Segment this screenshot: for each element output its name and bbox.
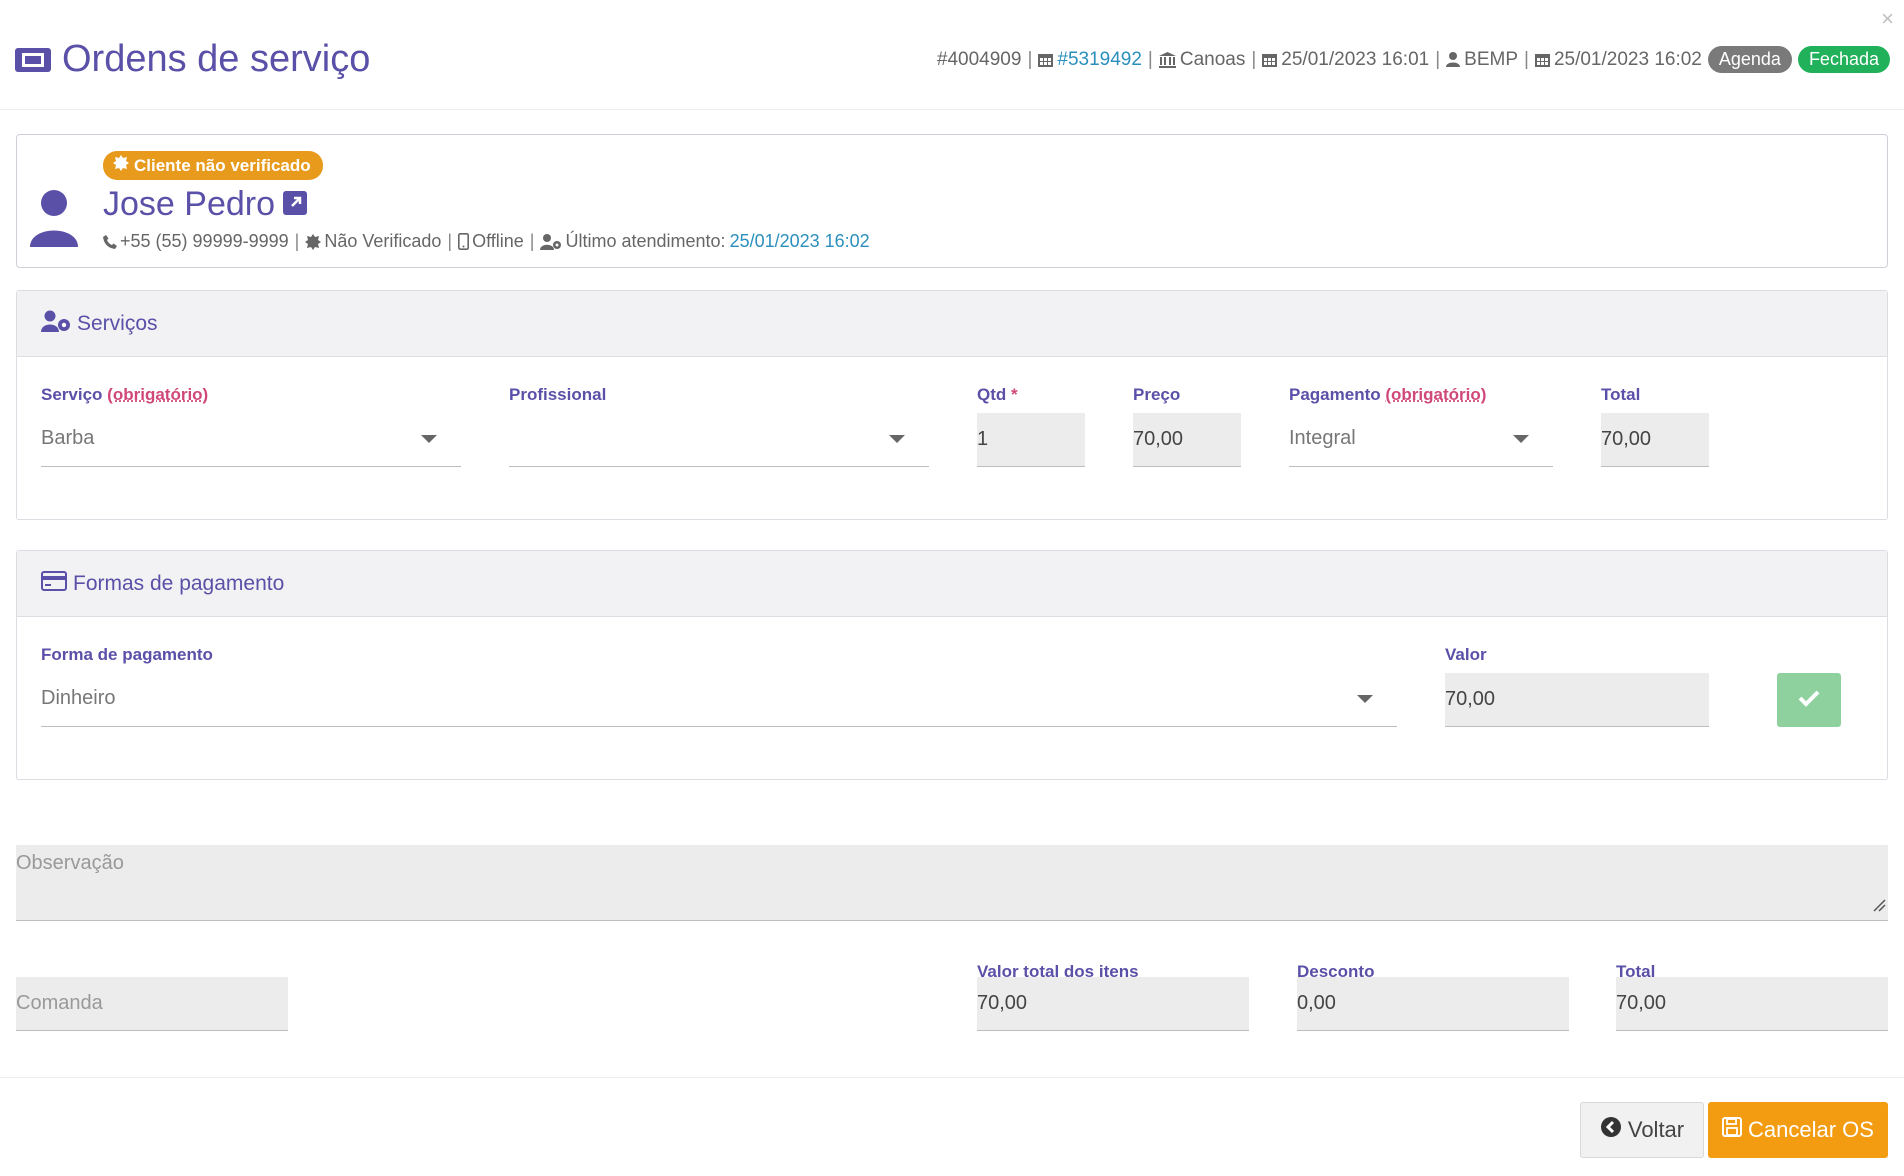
confirm-payment-button[interactable]	[1777, 673, 1841, 727]
chevron-down-icon	[421, 435, 437, 443]
services-title: Serviços	[77, 311, 158, 335]
certificate-icon	[305, 233, 322, 250]
mobile-icon	[458, 233, 470, 250]
phone-icon	[103, 234, 117, 249]
chevron-down-icon	[1357, 695, 1373, 703]
professional-label: Profissional	[509, 385, 607, 404]
last-service-label: Último atendimento:	[565, 231, 726, 251]
last-service-date[interactable]: 25/01/2023 16:02	[730, 231, 870, 252]
client-name: Jose Pedro	[103, 185, 307, 224]
users-cog-icon	[41, 310, 71, 338]
price-input[interactable]: 70,00	[1133, 413, 1241, 467]
status-badge: Fechada	[1797, 46, 1890, 73]
page-title: Ordens de serviço	[14, 38, 370, 81]
observation-textarea[interactable]: Observação	[16, 845, 1888, 921]
price-label: Preço	[1133, 385, 1181, 404]
payments-panel: Formas de pagamento Forma de pagamento V…	[16, 550, 1888, 780]
chevron-down-icon	[889, 435, 905, 443]
comanda-input[interactable]: Comanda	[16, 977, 288, 1031]
created-at: 25/01/2023 16:01	[1281, 48, 1430, 70]
resize-grip-icon[interactable]	[1872, 895, 1886, 918]
professional-select[interactable]	[509, 411, 929, 467]
observation-placeholder: Observação	[16, 852, 124, 874]
service-label: Serviço (obrigatório)	[41, 385, 209, 404]
ticket-icon	[14, 45, 52, 75]
calendar-icon	[1038, 52, 1054, 67]
unit-name: Canoas	[1179, 48, 1246, 70]
service-select[interactable]: Barba	[41, 411, 461, 467]
payment-value-label: Valor	[1445, 645, 1487, 664]
payment-label: Pagamento (obrigatório)	[1289, 385, 1487, 404]
os-id: #4004909	[936, 48, 1022, 70]
external-link-icon[interactable]	[283, 185, 307, 224]
payment-value-input[interactable]: 70,00	[1445, 673, 1709, 727]
total-input: 70,00	[1601, 413, 1709, 467]
appointment-link[interactable]: #5319492	[1057, 49, 1142, 71]
calendar-icon	[1534, 52, 1550, 67]
payment-method-label: Forma de pagamento	[41, 645, 213, 664]
closed-at: 25/01/2023 16:02	[1553, 48, 1702, 70]
back-button[interactable]: Voltar	[1580, 1102, 1704, 1158]
avatar	[29, 189, 79, 252]
user-name: BEMP	[1464, 48, 1519, 70]
bank-icon	[1158, 51, 1176, 68]
client-card: Cliente não verificado Jose Pedro +55 (5…	[16, 134, 1888, 268]
arrow-left-circle-icon	[1600, 1116, 1622, 1144]
client-info: +55 (55) 99999-9999 | Não Verificado | O…	[103, 231, 870, 252]
items-total-input: 70,00	[977, 977, 1249, 1031]
payment-method-select[interactable]: Dinheiro	[41, 671, 1397, 727]
services-panel-header: Serviços	[17, 291, 1887, 357]
verification-status: Não Verificado	[324, 231, 442, 251]
online-status: Offline	[472, 231, 524, 251]
qty-label: Qtd *	[977, 385, 1018, 404]
users-cog-icon	[540, 233, 562, 250]
certificate-icon	[113, 155, 129, 176]
payments-title: Formas de pagamento	[73, 571, 285, 595]
total-label: Total	[1601, 385, 1641, 404]
footer-divider	[0, 1077, 1904, 1078]
discount-input[interactable]: 0,00	[1297, 977, 1569, 1031]
page-title-text: Ordens de serviço	[62, 38, 371, 80]
unverified-badge: Cliente não verificado	[103, 151, 323, 180]
calendar-icon	[1262, 52, 1278, 67]
credit-card-icon	[41, 570, 67, 597]
chevron-down-icon	[1513, 435, 1529, 443]
qty-input[interactable]: 1	[977, 413, 1085, 467]
payments-panel-header: Formas de pagamento	[17, 551, 1887, 617]
payment-select[interactable]: Integral	[1289, 411, 1553, 467]
origin-badge: Agenda	[1707, 46, 1792, 73]
cancel-os-button[interactable]: Cancelar OS	[1708, 1102, 1888, 1158]
os-meta: #4004909 | #5319492 | Canoas | 25/01/202…	[937, 46, 1890, 73]
modal-header: Ordens de serviço #4004909 | #5319492 | …	[0, 0, 1904, 110]
client-phone: +55 (55) 99999-9999	[120, 231, 289, 251]
services-panel: Serviços Serviço (obrigatório) Profissio…	[16, 290, 1888, 520]
save-icon	[1722, 1117, 1743, 1143]
grand-total-input: 70,00	[1616, 977, 1888, 1031]
user-icon	[1446, 52, 1461, 67]
check-icon	[1798, 689, 1820, 712]
